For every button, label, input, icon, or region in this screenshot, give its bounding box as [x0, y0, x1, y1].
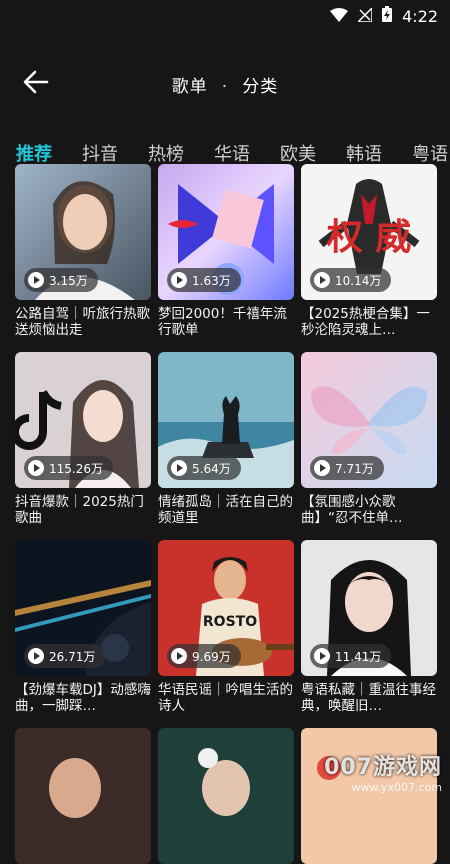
tab-recommend[interactable]: 推荐: [16, 140, 52, 178]
playlist-card[interactable]: 权 威 10.14万 【2025热梗合集】一秒沦陷灵魂上…: [301, 164, 437, 338]
playlist-cover[interactable]: 1.63万: [158, 164, 294, 300]
status-time: 4:22: [402, 6, 438, 26]
playlist-card[interactable]: 115.26万 抖音爆款｜2025热门歌曲: [15, 352, 151, 526]
tab-cantonese[interactable]: 粤语: [412, 140, 448, 166]
tab-western[interactable]: 欧美: [280, 140, 316, 166]
playlist-card[interactable]: 11.41万 粤语私藏｜重温往事经典，唤醒旧…: [301, 540, 437, 714]
playlist-card[interactable]: ROSTO 9.69万 华语民谣｜吟唱生活的诗人: [158, 540, 294, 714]
playlist-cover[interactable]: 115.26万: [15, 352, 151, 488]
battery-charging-icon: [382, 6, 393, 26]
title-playlist: 歌单: [171, 77, 208, 97]
play-icon: [171, 648, 187, 664]
playlist-cover[interactable]: 7.71万: [301, 352, 437, 488]
play-count: 9.69万: [192, 649, 231, 664]
play-count-badge: 10.14万: [310, 268, 392, 292]
playlist-card[interactable]: 26.71万 【劲爆车载DJ】动感嗨曲，一脚踩…: [15, 540, 151, 714]
playlist-title[interactable]: 【劲爆车载DJ】动感嗨曲，一脚踩…: [15, 682, 151, 714]
play-icon: [314, 460, 330, 476]
title-separator: ·: [221, 77, 229, 97]
play-icon: [171, 272, 187, 288]
play-count-badge: 3.15万: [24, 268, 98, 292]
playlist-card[interactable]: 7.71万 【氛围感小众歌曲】“忍不住单…: [301, 352, 437, 526]
playlist-title[interactable]: 【氛围感小众歌曲】“忍不住单…: [301, 494, 437, 526]
play-icon: [314, 272, 330, 288]
playlist-cover[interactable]: 权 威 10.14万: [301, 164, 437, 300]
watermark-line1: 007游戏网: [324, 755, 442, 780]
playlist-card[interactable]: 1.63万 梦回2000！千禧年流行歌单: [158, 164, 294, 338]
play-count-badge: 115.26万: [24, 456, 113, 480]
watermark: 007游戏网 www.yx007.com: [324, 749, 442, 794]
play-icon: [28, 272, 44, 288]
play-count: 10.14万: [335, 273, 382, 288]
play-count: 11.41万: [335, 649, 382, 664]
play-count: 1.63万: [192, 273, 231, 288]
play-count: 5.64万: [192, 461, 231, 476]
play-count-badge: 5.64万: [167, 456, 241, 480]
status-bar: 4:22: [0, 0, 450, 32]
tab-hot-chart[interactable]: 热榜: [148, 140, 184, 166]
playlist-card-partial[interactable]: [15, 728, 151, 864]
play-count-badge: 1.63万: [167, 268, 241, 292]
tab-chinese[interactable]: 华语: [214, 140, 250, 166]
playlist-card[interactable]: 5.64万 情绪孤岛｜活在自己的频道里: [158, 352, 294, 526]
play-count: 3.15万: [49, 273, 88, 288]
signal-off-icon: [356, 5, 373, 26]
playlist-title[interactable]: 公路自驾｜听旅行热歌送烦恼出走: [15, 306, 151, 338]
playlist-cover[interactable]: 26.71万: [15, 540, 151, 676]
playlist-cover[interactable]: [158, 728, 294, 864]
cover-text: 权 威: [326, 217, 412, 258]
play-count-badge: 9.69万: [167, 644, 241, 668]
top-bar: 歌单 · 分类: [0, 32, 450, 128]
watermark-line2: www.yx007.com: [351, 781, 442, 794]
tab-korean[interactable]: 韩语: [346, 140, 382, 166]
playlist-cover[interactable]: 11.41万: [301, 540, 437, 676]
cover-text: ROSTO: [203, 614, 257, 630]
play-icon: [28, 460, 44, 476]
playlist-cover[interactable]: 3.15万: [15, 164, 151, 300]
tab-douyin[interactable]: 抖音: [82, 140, 118, 166]
playlist-cover[interactable]: [15, 728, 151, 864]
playlist-card[interactable]: 3.15万 公路自驾｜听旅行热歌送烦恼出走: [15, 164, 151, 338]
playlist-cover[interactable]: 5.64万: [158, 352, 294, 488]
page-title: 歌单 · 分类: [0, 72, 450, 97]
play-count-badge: 26.71万: [24, 644, 106, 668]
play-count: 115.26万: [49, 461, 103, 476]
play-count-badge: 11.41万: [310, 644, 392, 668]
play-count-badge: 7.71万: [310, 456, 384, 480]
playlist-title[interactable]: 【2025热梗合集】一秒沦陷灵魂上…: [301, 306, 437, 338]
play-count: 26.71万: [49, 649, 96, 664]
playlist-title[interactable]: 梦回2000！千禧年流行歌单: [158, 306, 294, 338]
playlist-title[interactable]: 华语民谣｜吟唱生活的诗人: [158, 682, 294, 714]
title-category: 分类: [242, 77, 279, 97]
playlist-title[interactable]: 抖音爆款｜2025热门歌曲: [15, 494, 151, 526]
play-icon: [171, 460, 187, 476]
play-icon: [314, 648, 330, 664]
wifi-icon: [330, 7, 349, 26]
play-icon: [28, 648, 44, 664]
play-count: 7.71万: [335, 461, 374, 476]
playlist-cover[interactable]: ROSTO 9.69万: [158, 540, 294, 676]
playlist-title[interactable]: 情绪孤岛｜活在自己的频道里: [158, 494, 294, 526]
playlist-title[interactable]: 粤语私藏｜重温往事经典，唤醒旧…: [301, 682, 437, 714]
playlist-card-partial[interactable]: [158, 728, 294, 864]
